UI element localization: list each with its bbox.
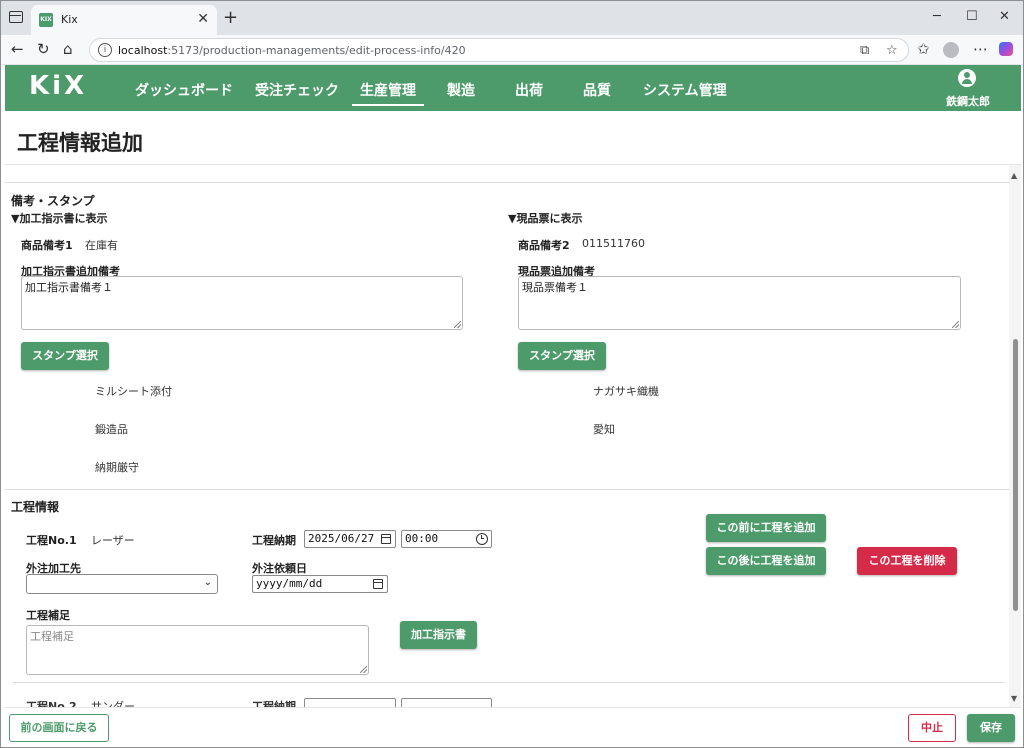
process-due-date-input[interactable]: 2025/06/27 <box>304 530 396 548</box>
stamp-item: ナガサキ織機 <box>593 385 659 398</box>
profile-avatar-icon[interactable] <box>943 42 959 58</box>
add-after-button[interactable]: この後に工程を追加 <box>706 547 826 575</box>
nav-dashboard[interactable]: ダッシュボード <box>135 80 233 100</box>
back-button[interactable]: 前の画面に戻る <box>9 714 109 742</box>
nav-production-management[interactable]: 生産管理 <box>352 80 424 106</box>
add-before-button[interactable]: この前に工程を追加 <box>706 514 826 542</box>
user-name[interactable]: 鉄鋼太郎 <box>946 93 990 109</box>
nav-shipping[interactable]: 出荷 <box>515 80 543 100</box>
scroll-content[interactable]: 備考・スタンプ ▼加工指示書に表示 商品備考1 在庫有 加工指示書追加備考 加工… <box>5 165 1009 707</box>
instruction-sheet-button[interactable]: 加工指示書 <box>400 621 477 649</box>
product-note1-value: 在庫有 <box>85 239 118 252</box>
cancel-button[interactable]: 中止 <box>908 714 956 742</box>
user-avatar-icon[interactable] <box>958 69 976 87</box>
app-viewport: KiX ダッシュボード 受注チェック 生産管理 製造 出荷 品質 システム管理 … <box>5 65 1021 747</box>
tab-title: Kix <box>61 13 78 26</box>
resize-grip-icon[interactable] <box>454 321 461 328</box>
browser-toolbar: ← ↻ ⌂ i localhost:5173/production-manage… <box>1 35 1023 65</box>
next-process-no-label: 工程No.2 <box>26 700 77 707</box>
page-title: 工程情報追加 <box>17 131 143 155</box>
instruction-heading[interactable]: ▼加工指示書に表示 <box>11 210 107 226</box>
new-tab-icon[interactable]: + <box>223 7 238 28</box>
process-name-value: レーザー <box>91 534 135 547</box>
next-due-time-input[interactable] <box>401 698 492 707</box>
nav-quality[interactable]: 品質 <box>583 80 611 100</box>
kix-logo[interactable]: KiX <box>29 71 87 101</box>
scrollbar-thumb[interactable] <box>1013 339 1018 611</box>
window-close-icon[interactable]: ✕ <box>999 9 1010 24</box>
remarks-section-title: 備考・スタンプ <box>11 194 95 208</box>
more-menu-icon[interactable]: ⋯ <box>973 41 988 57</box>
home-icon[interactable]: ⌂ <box>63 41 73 57</box>
instruction-extra-textarea[interactable]: 加工指示書備考１ <box>21 276 463 330</box>
stamp-item: 納期厳守 <box>95 461 139 474</box>
request-date-label: 外注依頼日 <box>252 562 307 575</box>
vertical-scrollbar[interactable]: ▲ ▼ <box>1009 165 1021 707</box>
url-text[interactable]: localhost:5173/production-managements/ed… <box>118 44 466 57</box>
tag-extra-textarea[interactable]: 現品票備考１ <box>518 276 961 330</box>
next-due-date-input[interactable] <box>304 698 396 707</box>
stamp-select-button-left[interactable]: スタンプ選択 <box>21 342 109 370</box>
calendar-icon[interactable] <box>373 579 383 589</box>
site-info-icon[interactable]: i <box>98 43 112 57</box>
scroll-down-icon[interactable]: ▼ <box>1011 694 1017 703</box>
nav-system-management[interactable]: システム管理 <box>643 80 727 100</box>
stamp-item: 鍛造品 <box>95 423 128 436</box>
next-process-due-label: 工程納期 <box>252 700 296 707</box>
browser-window: KIX Kix ✕ + ─ ☐ ✕ ← ↻ ⌂ i localhost:5173… <box>0 0 1024 748</box>
request-date-input[interactable]: yyyy/mm/dd <box>252 575 388 593</box>
process-due-time-input[interactable]: 00:00 <box>401 530 492 548</box>
resize-grip-icon[interactable] <box>952 321 959 328</box>
process-note-textarea[interactable]: 工程補足 <box>26 625 369 675</box>
process-section-title: 工程情報 <box>11 500 60 514</box>
split-screen-icon[interactable]: ⧉ <box>860 43 869 58</box>
scroll-up-icon[interactable]: ▲ <box>1011 171 1017 180</box>
chevron-down-icon: ⌄ <box>203 577 212 588</box>
process-divider <box>13 682 1005 683</box>
favorite-star-icon[interactable]: ☆ <box>886 43 898 58</box>
product-note2-value: 011511760 <box>582 237 645 250</box>
stamp-item: 愛知 <box>593 423 615 436</box>
save-button[interactable]: 保存 <box>967 714 1015 742</box>
section-divider <box>5 489 1009 490</box>
calendar-icon[interactable] <box>381 534 391 544</box>
maximize-icon[interactable]: ☐ <box>966 9 978 24</box>
delete-process-button[interactable]: この工程を削除 <box>857 547 957 575</box>
nav-manufacturing[interactable]: 製造 <box>447 80 475 100</box>
stamp-select-button-right[interactable]: スタンプ選択 <box>518 342 606 370</box>
product-note2-label: 商品備考2 <box>518 239 570 252</box>
address-bar[interactable]: i localhost:5173/production-managements/… <box>89 38 909 62</box>
workspaces-icon[interactable] <box>9 11 23 23</box>
process-note-label: 工程補足 <box>26 609 70 622</box>
tag-heading[interactable]: ▼現品票に表示 <box>508 210 582 226</box>
copilot-icon[interactable] <box>999 42 1013 56</box>
clock-icon[interactable] <box>476 533 488 545</box>
process-no-label: 工程No.1 <box>26 534 77 547</box>
favorites-icon[interactable]: ✩ <box>917 41 930 57</box>
product-note1-label: 商品備考1 <box>21 239 73 252</box>
next-process-name-value: サンダー <box>91 700 135 707</box>
app-navbar: KiX ダッシュボード 受注チェック 生産管理 製造 出荷 品質 システム管理 … <box>5 65 1021 111</box>
minimize-icon[interactable]: ─ <box>933 9 941 24</box>
nav-order-check[interactable]: 受注チェック <box>255 80 339 100</box>
reload-icon[interactable]: ↻ <box>37 41 50 57</box>
browser-tab[interactable]: KIX Kix ✕ <box>31 5 217 35</box>
vendor-select[interactable]: ⌄ <box>26 574 218 594</box>
favicon-icon: KIX <box>39 13 53 27</box>
back-arrow-icon[interactable]: ← <box>11 41 24 57</box>
process-due-label: 工程納期 <box>252 534 296 547</box>
section-divider <box>5 182 1009 183</box>
footer-bar: 前の画面に戻る 中止 保存 <box>5 707 1021 747</box>
tab-bar: KIX Kix ✕ + ─ ☐ ✕ <box>1 1 1023 35</box>
close-tab-icon[interactable]: ✕ <box>197 11 209 27</box>
stamp-item: ミルシート添付 <box>95 385 172 398</box>
resize-grip-icon[interactable] <box>360 666 367 673</box>
